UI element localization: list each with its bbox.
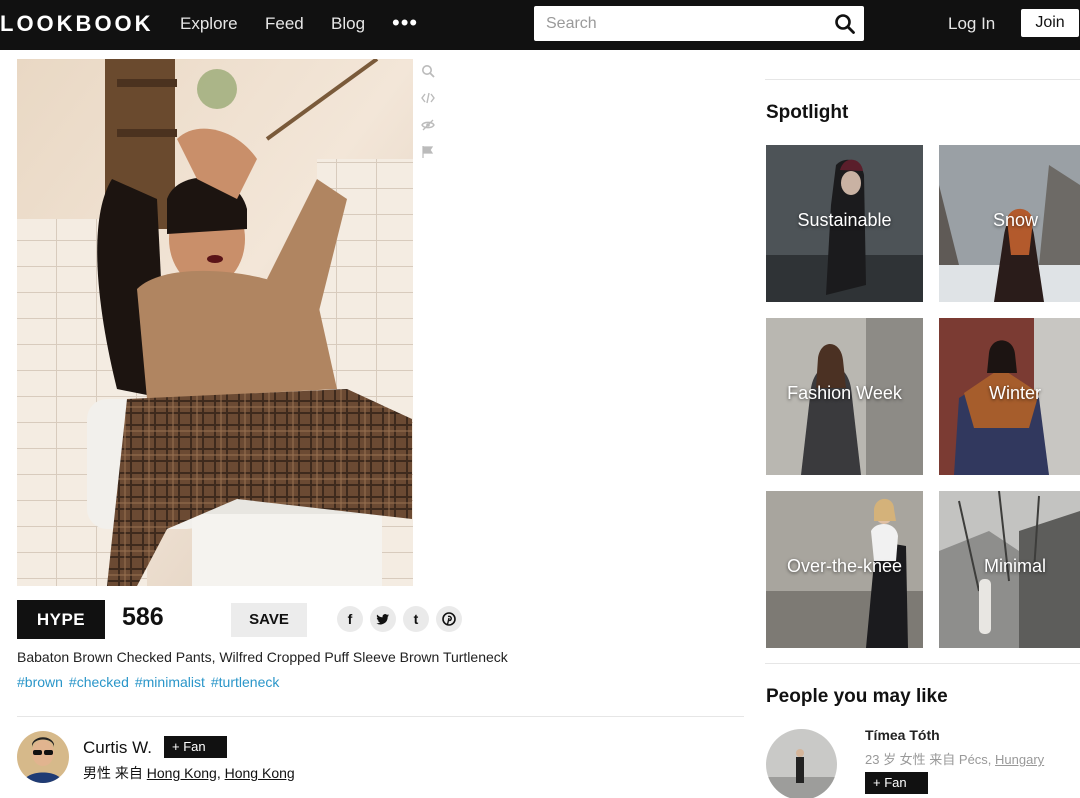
spotlight-tile-snow[interactable]: Snow bbox=[939, 145, 1080, 302]
tumblr-share-icon[interactable]: t bbox=[403, 606, 429, 632]
tag-link[interactable]: #checked bbox=[69, 674, 129, 690]
top-navigation-bar: LOOKBOOK Explore Feed Blog ••• Log In Jo… bbox=[0, 0, 1080, 50]
people-you-may-like-heading: People you may like bbox=[766, 686, 948, 707]
suggested-user-name[interactable]: Tímea Tóth bbox=[865, 727, 940, 743]
search-box bbox=[534, 6, 864, 41]
suggested-user-fan-button[interactable]: + Fan bbox=[865, 772, 928, 794]
spotlight-tile-label: Winter bbox=[989, 383, 1042, 403]
spotlight-tile-winter[interactable]: Winter bbox=[939, 318, 1080, 475]
spotlight-tile-minimal[interactable]: Minimal bbox=[939, 491, 1080, 648]
fan-button[interactable]: + Fan bbox=[164, 736, 227, 758]
search-input[interactable] bbox=[534, 6, 824, 41]
join-button[interactable]: Join bbox=[1021, 9, 1079, 37]
author-gender-origin: 男性 来自 bbox=[83, 765, 147, 781]
spotlight-tile-sustainable[interactable]: Sustainable bbox=[766, 145, 923, 302]
nav-explore[interactable]: Explore bbox=[180, 14, 238, 34]
spotlight-tile-fashion-week[interactable]: Fashion Week bbox=[766, 318, 923, 475]
lookbook-logo[interactable]: LOOKBOOK bbox=[0, 11, 154, 37]
spotlight-tile-label: Snow bbox=[993, 210, 1039, 230]
divider bbox=[765, 663, 1080, 664]
hype-count: 586 bbox=[122, 603, 164, 631]
divider bbox=[17, 716, 744, 717]
save-button[interactable]: SAVE bbox=[231, 603, 307, 637]
author-country-link[interactable]: Hong Kong bbox=[225, 765, 295, 781]
author-info: 男性 来自 Hong Kong, Hong Kong bbox=[83, 763, 295, 783]
spotlight-tile-label: Sustainable bbox=[797, 210, 892, 230]
zoom-icon[interactable] bbox=[421, 64, 435, 78]
spotlight-tile-label: Over-the-knee bbox=[786, 556, 903, 576]
login-link[interactable]: Log In bbox=[948, 14, 995, 34]
suggested-user-info-text: 23 岁 女性 来自 Pécs, bbox=[865, 752, 996, 767]
tag-link[interactable]: #turtleneck bbox=[211, 674, 279, 690]
spotlight-tile-label: Fashion Week bbox=[787, 383, 902, 403]
pinterest-share-icon[interactable] bbox=[436, 606, 462, 632]
facebook-share-icon[interactable]: f bbox=[337, 606, 363, 632]
look-photo[interactable] bbox=[17, 59, 413, 586]
suggested-user-avatar[interactable] bbox=[766, 729, 837, 798]
author-city-link[interactable]: Hong Kong bbox=[147, 765, 217, 781]
flag-icon[interactable] bbox=[421, 145, 435, 159]
suggested-user-info: 23 岁 女性 来自 Pécs, Hungary bbox=[865, 749, 1044, 768]
suggested-user-country-link[interactable]: Hungary bbox=[995, 752, 1044, 767]
nav-feed[interactable]: Feed bbox=[265, 14, 304, 34]
spotlight-tile-label: Minimal bbox=[984, 556, 1047, 576]
embed-code-icon[interactable] bbox=[421, 91, 435, 105]
look-caption: Babaton Brown Checked Pants, Wilfred Cro… bbox=[17, 649, 508, 665]
tag-list: #brown #checked #minimalist #turtleneck bbox=[17, 674, 285, 690]
hype-button[interactable]: HYPE bbox=[17, 600, 105, 639]
more-menu-icon[interactable]: ••• bbox=[392, 10, 418, 36]
tag-link[interactable]: #minimalist bbox=[135, 674, 205, 690]
photo-tools bbox=[421, 64, 437, 172]
divider bbox=[765, 79, 1080, 80]
author-avatar[interactable] bbox=[17, 731, 69, 783]
search-icon[interactable] bbox=[834, 13, 856, 35]
tag-link[interactable]: #brown bbox=[17, 674, 63, 690]
author-info-separator: , bbox=[216, 765, 225, 781]
author-name[interactable]: Curtis W. bbox=[83, 738, 152, 758]
nav-blog[interactable]: Blog bbox=[331, 14, 365, 34]
spotlight-heading: Spotlight bbox=[766, 102, 849, 123]
twitter-share-icon[interactable] bbox=[370, 606, 396, 632]
hide-icon[interactable] bbox=[421, 118, 435, 132]
spotlight-tile-over-the-knee[interactable]: Over-the-knee bbox=[766, 491, 923, 648]
